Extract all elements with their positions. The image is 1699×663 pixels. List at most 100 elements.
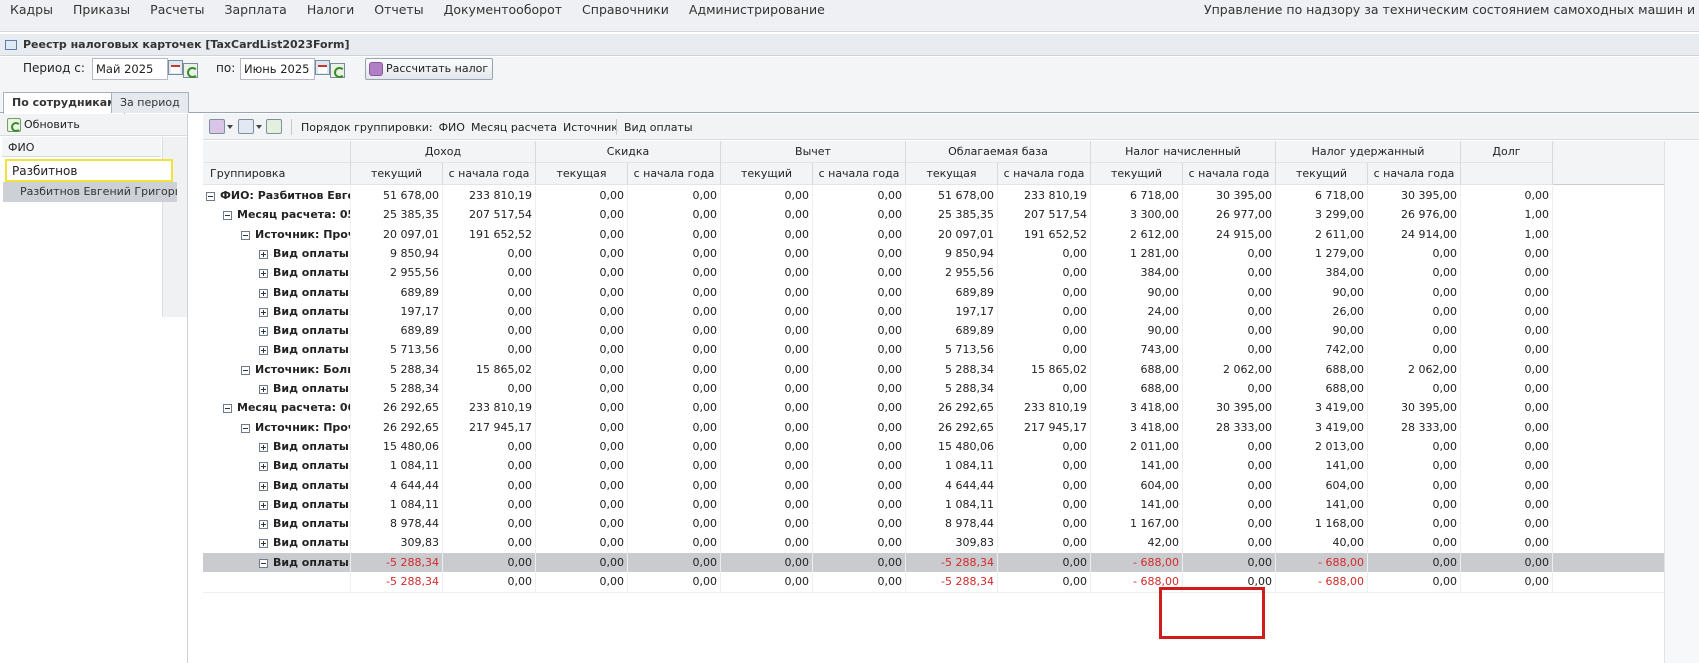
table-row[interactable]: Вид оплаты:...8 978,440,000,000,000,000,… — [203, 514, 1664, 536]
menu-item[interactable]: Справочники — [572, 0, 679, 20]
menu-item[interactable]: Документооборот — [434, 0, 572, 20]
table-cell: 0,00 — [813, 224, 906, 246]
menu-item[interactable]: Администрирование — [679, 0, 835, 20]
column-header[interactable]: текущий — [721, 163, 813, 185]
collapse-icon[interactable] — [259, 558, 268, 568]
menu-item[interactable]: Кадры — [0, 0, 63, 20]
expand-icon[interactable] — [259, 307, 268, 317]
expand-icon[interactable] — [259, 288, 268, 298]
table-row[interactable]: Вид оплаты:...1 084,110,000,000,000,000,… — [203, 494, 1664, 516]
table-row[interactable]: Источник: Проч...20 097,01191 652,520,00… — [203, 224, 1664, 246]
column-header[interactable]: с начала года — [628, 163, 721, 185]
table-row[interactable]: Вид оплаты:...197,170,000,000,000,000,00… — [203, 301, 1664, 323]
period-to-input[interactable] — [240, 58, 315, 80]
expand-icon[interactable] — [259, 269, 268, 279]
group-order-item[interactable]: Источник — [563, 121, 618, 134]
table-row[interactable]: Вид оплаты:...4 644,440,000,000,000,000,… — [203, 475, 1664, 497]
table-row[interactable]: Месяц расчета: 06....26 292,65233 810,19… — [203, 398, 1664, 420]
table-row[interactable]: Вид оплаты:...5 713,560,000,000,000,000,… — [203, 340, 1664, 362]
column-header[interactable]: с начала года — [998, 163, 1091, 185]
table-row[interactable]: -5 288,34 0,00 0,00 0,00 0,00 0,00 -5 288,34 0,… — [203, 572, 1664, 593]
table-cell: 26 292,65 — [906, 398, 998, 420]
collapse-icon[interactable] — [223, 404, 232, 414]
expand-icon[interactable] — [259, 385, 268, 394]
column-header[interactable]: текущая — [536, 163, 628, 185]
table-cell: 6 718,00 — [1091, 186, 1183, 207]
table-cell: 0,00 — [443, 552, 536, 574]
column-header[interactable]: текущая — [906, 163, 998, 185]
table-cell: 0,00 — [1368, 514, 1461, 536]
table-row[interactable]: Месяц расчета: 05....25 385,35207 517,54… — [203, 205, 1664, 227]
column-header[interactable]: текущий — [1276, 163, 1368, 185]
employee-list-item[interactable]: Разбитнов Евгений Григорь... — [3, 182, 177, 202]
grid-header-columns: Группировка текущий с начала года текущая с … — [203, 163, 1664, 185]
table-cell: 3 300,00 — [1091, 205, 1183, 227]
column-header[interactable]: с начала года — [1368, 163, 1461, 185]
column-group-header: Налог начисленный — [1091, 141, 1276, 163]
table-row[interactable]: Вид оплаты:...5 288,340,000,000,000,000,… — [203, 379, 1664, 400]
refresh-button[interactable]: Обновить — [6, 116, 80, 134]
expand-icon[interactable] — [259, 539, 268, 549]
period-from-apply-icon[interactable] — [183, 63, 198, 78]
table-cell: 0,00 — [628, 572, 721, 593]
expand-icon[interactable] — [259, 327, 268, 337]
tab-by-employees[interactable]: По сотрудникам — [3, 92, 126, 114]
menu-item[interactable]: Расчеты — [140, 0, 214, 20]
fio-filter-input[interactable] — [5, 159, 173, 182]
table-row[interactable]: Вид оплаты:...689,890,000,000,000,000,00… — [203, 321, 1664, 343]
calculate-tax-button[interactable]: Рассчитать налог — [365, 58, 494, 80]
collapse-icon[interactable] — [223, 211, 232, 221]
menu-item[interactable]: Зарплата — [214, 0, 296, 20]
grouping-label: Вид оплаты:... — [273, 497, 350, 511]
calendar-icon[interactable] — [315, 60, 330, 75]
chevron-down-icon[interactable] — [256, 125, 262, 129]
menu-item[interactable]: Налоги — [297, 0, 364, 20]
column-header[interactable]: с начала года — [813, 163, 906, 185]
table-row[interactable]: Вид оплаты:...1 084,110,000,000,000,000,… — [203, 456, 1664, 478]
period-to-apply-icon[interactable] — [330, 63, 345, 78]
menu-item[interactable]: Приказы — [63, 0, 140, 20]
table-row[interactable]: Вид оплаты:...2 955,560,000,000,000,000,… — [203, 263, 1664, 285]
table-row[interactable]: Вид оплаты:...9 850,940,000,000,000,000,… — [203, 243, 1664, 265]
collapse-icon[interactable] — [241, 230, 250, 240]
table-row[interactable]: Источник: Боль...5 288,3415 865,020,000,… — [203, 359, 1664, 381]
period-from-input[interactable] — [92, 58, 168, 80]
table-row[interactable]: ФИО: Разбитнов Евге...51 678,00233 810,1… — [203, 186, 1664, 207]
calendar-icon[interactable] — [168, 60, 183, 75]
main-menu-bar: Кадры Приказы Расчеты Зарплата Налоги Отчеты Д… — [0, 0, 1699, 32]
table-row[interactable]: Источник: Проч...26 292,65217 945,170,00… — [203, 417, 1664, 439]
refresh-icon[interactable] — [266, 119, 282, 134]
table-cell: 90,00 — [1276, 321, 1368, 343]
table-cell: 8 978,44 — [906, 514, 998, 536]
print-icon[interactable] — [238, 119, 254, 134]
column-header[interactable]: текущий — [351, 163, 443, 185]
expand-icon[interactable] — [259, 249, 268, 259]
table-row[interactable]: Вид оплаты:...-5 288,340,000,000,000,000… — [203, 552, 1664, 574]
chevron-down-icon[interactable] — [227, 125, 233, 129]
table-cell: 0,00 — [721, 321, 813, 343]
group-order-item[interactable]: Вид оплаты — [624, 121, 693, 134]
column-header[interactable]: с начала года — [443, 163, 536, 185]
collapse-icon[interactable] — [241, 365, 250, 375]
expand-icon[interactable] — [259, 481, 268, 491]
expand-icon[interactable] — [259, 500, 268, 510]
table-row[interactable]: Вид оплаты:...309,830,000,000,000,000,00… — [203, 533, 1664, 555]
table-row[interactable]: Вид оплаты:...15 480,060,000,000,000,000… — [203, 436, 1664, 458]
expand-icon[interactable] — [259, 462, 268, 472]
grouping-column-header[interactable]: Группировка — [203, 163, 351, 185]
table-row[interactable]: Вид оплаты:...689,890,000,000,000,000,00… — [203, 282, 1664, 304]
add-icon[interactable] — [209, 119, 225, 134]
tab-by-period[interactable]: За период — [111, 92, 189, 113]
column-header[interactable]: с начала года — [1183, 163, 1276, 185]
expand-icon[interactable] — [259, 346, 268, 356]
expand-icon[interactable] — [259, 520, 268, 530]
expand-icon[interactable] — [259, 442, 268, 452]
group-order-item[interactable]: Месяц расчета — [471, 121, 557, 134]
column-header[interactable]: текущий — [1091, 163, 1183, 185]
group-order-item[interactable]: ФИО — [439, 121, 465, 134]
menu-item[interactable]: Отчеты — [364, 0, 433, 20]
table-cell: 30 395,00 — [1368, 398, 1461, 420]
collapse-icon[interactable] — [206, 192, 215, 201]
collapse-icon[interactable] — [241, 423, 250, 433]
grid-vertical-scrollbar[interactable] — [1664, 141, 1699, 663]
